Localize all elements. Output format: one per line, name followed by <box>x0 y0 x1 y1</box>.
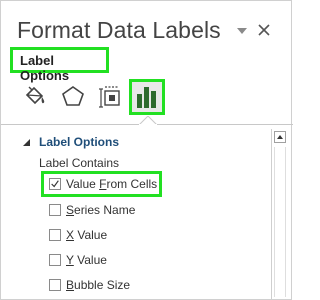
tab-label-options[interactable]: Label Options <box>10 47 109 83</box>
checkbox-series-name[interactable] <box>49 204 61 216</box>
checkbox-y-value[interactable] <box>49 254 61 266</box>
checkbox-bubble-size[interactable] <box>49 279 61 291</box>
scrollbar-track[interactable] <box>274 147 286 297</box>
size-properties-icon[interactable] <box>97 83 125 111</box>
fill-line-icon[interactable] <box>21 83 49 111</box>
vertical-scrollbar[interactable] <box>271 129 287 299</box>
collapse-caret-icon[interactable] <box>23 139 30 146</box>
tab-pointer-icon <box>139 116 157 125</box>
option-label: Bubble Size <box>66 278 131 292</box>
label-options-chart-icon-button[interactable] <box>129 79 165 115</box>
scroll-up-button[interactable] <box>274 131 286 143</box>
tab-label-options-label: Label Options <box>20 53 70 83</box>
section-header-label-options[interactable]: Label Options <box>39 135 119 149</box>
pane-options-dropdown-icon[interactable] <box>237 27 247 35</box>
option-label: Y Value <box>66 253 107 267</box>
checkbox-x-value[interactable] <box>49 229 61 241</box>
pane-title: Format Data Labels <box>17 17 221 43</box>
label-contains-heading: Label Contains <box>39 156 120 170</box>
value-from-cells-highlight <box>41 171 162 197</box>
option-label: Series Name <box>66 203 136 217</box>
option-label: X Value <box>66 228 108 242</box>
effects-icon[interactable] <box>59 83 87 111</box>
label-options-chart-icon <box>137 87 156 108</box>
close-icon[interactable] <box>257 23 271 37</box>
format-data-labels-pane: Format Data Labels Label Options Label O… <box>0 0 293 300</box>
scroll-up-arrow-icon <box>277 135 283 139</box>
